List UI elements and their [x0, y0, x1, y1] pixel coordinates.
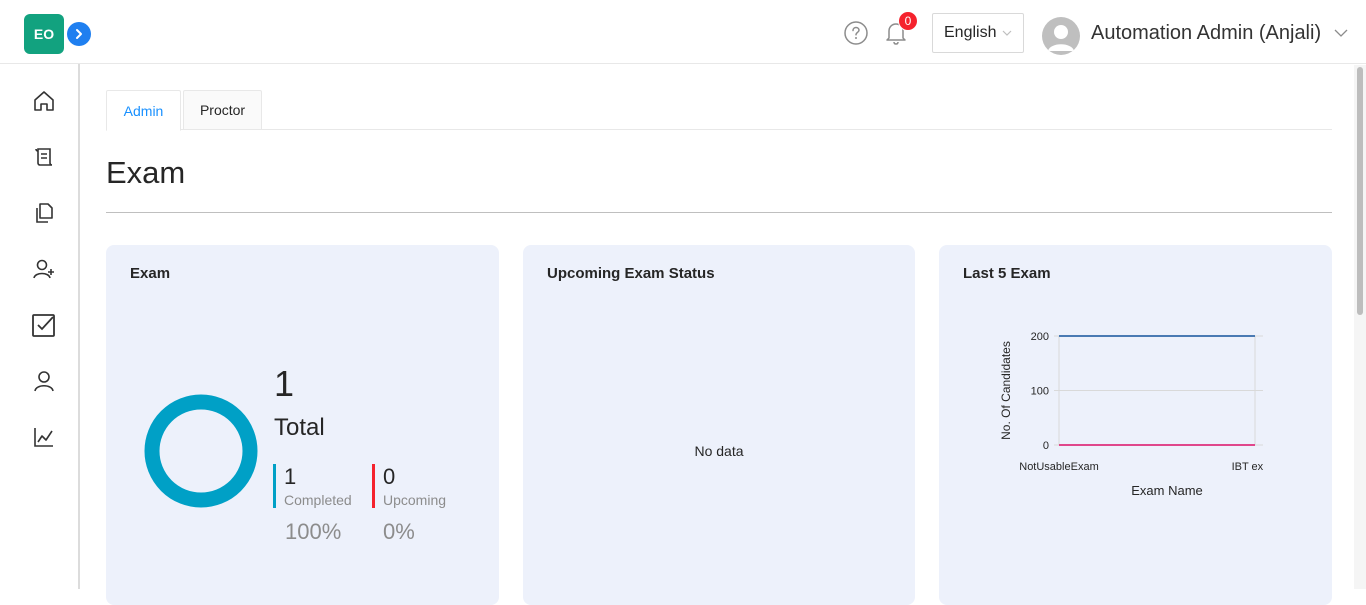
y-tick-label: 100 — [1031, 386, 1049, 398]
last-5-exam-line-chart: 0 100 200 NotUsableExam IBT exam Exam Name No.… — [963, 311, 1263, 511]
upcoming-label: Upcoming — [383, 492, 446, 508]
user-icon — [32, 369, 56, 393]
page-title: Exam — [106, 155, 185, 191]
tab-proctor[interactable]: Proctor — [183, 90, 262, 130]
x-axis-label: Exam Name — [1131, 483, 1203, 498]
sidebar-item-user[interactable] — [30, 367, 58, 395]
exam-summary-card: Exam 1 Total 1 Completed 0 Upcoming 100%… — [106, 245, 499, 605]
home-icon — [32, 89, 56, 113]
upcoming-indicator — [372, 464, 375, 508]
donut-ring — [152, 402, 250, 500]
documents-icon — [32, 201, 56, 225]
scroll-icon — [32, 145, 56, 169]
user-name[interactable]: Automation Admin (Anjali) — [1091, 22, 1321, 45]
expand-sidebar-button[interactable] — [67, 22, 91, 46]
tab-admin[interactable]: Admin — [106, 90, 181, 131]
exam-donut-chart — [143, 393, 259, 509]
scrollbar[interactable] — [1354, 65, 1366, 589]
chevron-right-icon — [73, 28, 85, 40]
sidebar-item-scroll[interactable] — [30, 143, 58, 171]
last-5-exam-card: Last 5 Exam 0 100 200 NotUsableExam IBT exam… — [939, 245, 1332, 605]
sidebar-item-home[interactable] — [30, 87, 58, 115]
chart-icon — [32, 425, 56, 449]
card-title: Last 5 Exam — [963, 265, 1051, 282]
completed-value: 1 — [284, 464, 352, 490]
empty-state-text: No data — [523, 443, 915, 459]
sidebar-item-reports[interactable] — [30, 423, 58, 451]
app-logo[interactable]: EO — [24, 14, 64, 54]
sidebar — [0, 64, 80, 589]
sidebar-item-exams[interactable] — [30, 311, 58, 339]
help-icon — [844, 21, 868, 45]
main-content: Admin Proctor Exam Exam 1 Total 1 Comple… — [82, 65, 1354, 589]
top-bar: EO 0 English Automation Admin (Anjali) — [0, 0, 1366, 64]
notification-count-badge: 0 — [898, 11, 918, 31]
card-title: Upcoming Exam Status — [547, 265, 715, 282]
scrollbar-thumb[interactable] — [1357, 67, 1363, 315]
chevron-down-icon — [1002, 28, 1012, 38]
upcoming-value: 0 — [383, 464, 446, 490]
tab-bar: Admin Proctor — [106, 90, 1332, 130]
completed-label: Completed — [284, 492, 352, 508]
y-tick-label: 0 — [1043, 440, 1049, 452]
upcoming-stat: 0 Upcoming — [372, 464, 446, 508]
add-user-icon — [32, 257, 56, 281]
sidebar-item-documents[interactable] — [30, 199, 58, 227]
completed-stat: 1 Completed — [273, 464, 352, 508]
y-tick-label: 200 — [1031, 331, 1049, 343]
avatar[interactable] — [1042, 17, 1080, 55]
chevron-down-icon — [1334, 28, 1348, 38]
card-title: Exam — [130, 265, 170, 282]
total-value: 1 — [274, 363, 294, 405]
language-select[interactable]: English — [932, 13, 1024, 53]
user-avatar-icon — [1042, 17, 1080, 55]
language-value: English — [944, 24, 996, 42]
x-tick-label: IBT exam — [1232, 461, 1263, 473]
upcoming-status-card: Upcoming Exam Status No data — [523, 245, 915, 605]
help-button[interactable] — [844, 21, 868, 50]
sidebar-item-add-user[interactable] — [30, 255, 58, 283]
completed-indicator — [273, 464, 276, 508]
x-tick-label: NotUsableExam — [1019, 461, 1098, 473]
divider — [106, 212, 1332, 213]
checkbox-icon — [31, 312, 57, 338]
upcoming-percent: 0% — [383, 519, 415, 545]
y-axis-label: No. Of Candidates — [999, 341, 1013, 440]
completed-percent: 100% — [285, 519, 341, 545]
total-label: Total — [274, 414, 325, 442]
